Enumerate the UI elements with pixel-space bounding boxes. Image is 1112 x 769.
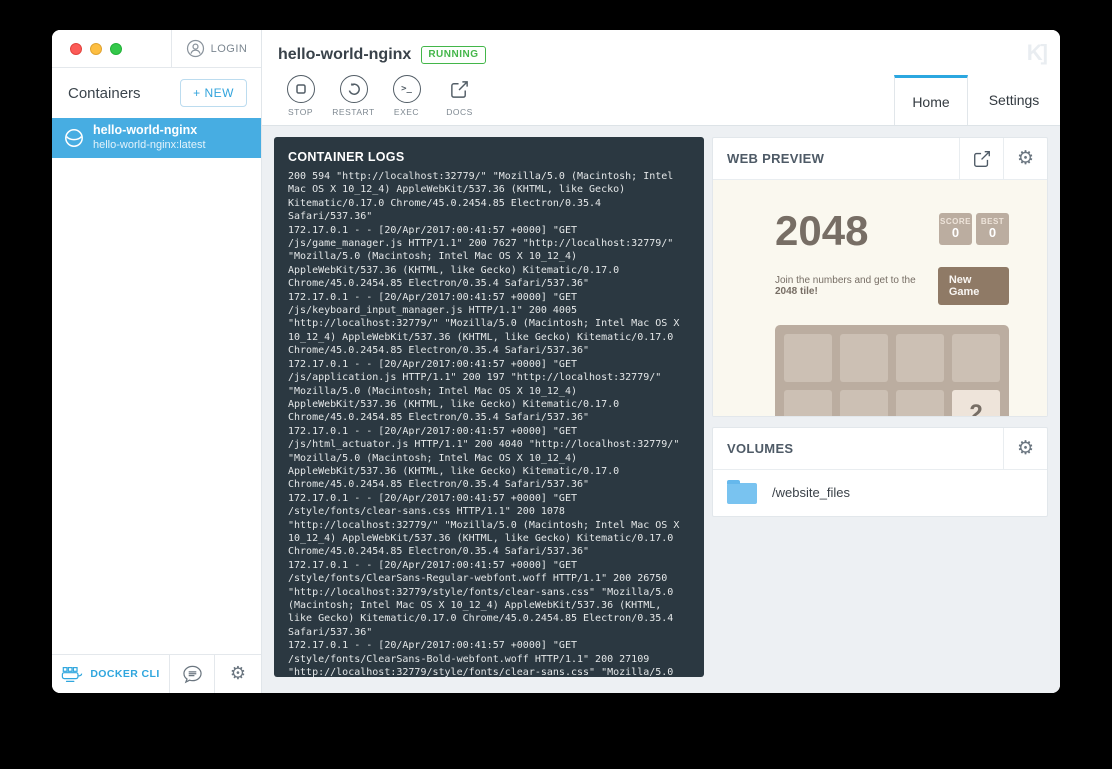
feedback-button[interactable] bbox=[170, 655, 215, 693]
external-link-icon bbox=[449, 75, 470, 103]
game-subtitle: Join the numbers and get to the 2048 til… bbox=[775, 275, 938, 297]
restart-button[interactable]: RESTART bbox=[327, 72, 380, 117]
web-preview-panel: WEB PREVIEW ⚙ bbox=[712, 137, 1048, 417]
volumes-header: VOLUMES ⚙ bbox=[713, 428, 1047, 470]
container-logs-panel: CONTAINER LOGS 200 594 "http://localhost… bbox=[274, 137, 704, 677]
preferences-button[interactable]: ⚙ bbox=[215, 655, 261, 693]
main-area: hello-world-nginx RUNNING K] STOP bbox=[262, 30, 1060, 693]
score-box: SCORE 0 bbox=[939, 213, 972, 245]
exec-button[interactable]: >_ EXEC bbox=[380, 72, 433, 117]
docs-button[interactable]: DOCS bbox=[433, 72, 486, 117]
folder-icon bbox=[727, 483, 757, 504]
score-value: 0 bbox=[939, 226, 972, 240]
web-preview-frame[interactable]: 2048 SCORE 0 BEST 0 bbox=[713, 180, 1047, 416]
board-cell bbox=[952, 334, 1000, 382]
login-label: LOGIN bbox=[211, 43, 248, 55]
tab-settings[interactable]: Settings bbox=[968, 75, 1060, 125]
main-header: hello-world-nginx RUNNING K] STOP bbox=[262, 30, 1060, 126]
containers-header: Containers + NEW bbox=[52, 68, 261, 118]
minimize-window-button[interactable] bbox=[90, 43, 102, 55]
tile-2: 2 bbox=[952, 390, 1000, 416]
right-column: WEB PREVIEW ⚙ bbox=[712, 137, 1048, 682]
container-item-text: hello-world-nginx hello-world-nginx:late… bbox=[93, 123, 206, 152]
user-icon bbox=[186, 39, 205, 58]
volumes-settings-button[interactable]: ⚙ bbox=[1003, 428, 1047, 469]
volumes-title: VOLUMES bbox=[713, 441, 1003, 456]
stop-button[interactable]: STOP bbox=[274, 72, 327, 117]
open-in-browser-button[interactable] bbox=[959, 138, 1003, 179]
container-name: hello-world-nginx bbox=[93, 123, 206, 139]
container-logs-title: CONTAINER LOGS bbox=[274, 137, 704, 173]
docker-cli-icon bbox=[61, 666, 83, 683]
board-cell bbox=[840, 390, 888, 416]
docker-cli-label: DOCKER CLI bbox=[90, 668, 159, 680]
content-area: CONTAINER LOGS 200 594 "http://localhost… bbox=[262, 126, 1060, 693]
game-subheader: Join the numbers and get to the 2048 til… bbox=[775, 267, 1009, 305]
board-cell bbox=[784, 390, 832, 416]
tab-home[interactable]: Home bbox=[894, 75, 968, 125]
gear-icon: ⚙ bbox=[1017, 439, 1034, 458]
board-cell bbox=[896, 334, 944, 382]
board-cell bbox=[840, 334, 888, 382]
sidebar: LOGIN Containers + NEW hello-world-nginx… bbox=[52, 30, 262, 693]
sidebar-empty-space bbox=[52, 158, 261, 654]
volume-path: /website_files bbox=[772, 485, 850, 500]
close-window-button[interactable] bbox=[70, 43, 82, 55]
sidebar-titlebar: LOGIN bbox=[52, 30, 261, 68]
container-icon bbox=[64, 128, 84, 148]
best-box: BEST 0 bbox=[976, 213, 1009, 245]
web-preview-header: WEB PREVIEW ⚙ bbox=[713, 138, 1047, 180]
container-image: hello-world-nginx:latest bbox=[93, 139, 206, 153]
best-value: 0 bbox=[976, 226, 1009, 240]
web-preview-title: WEB PREVIEW bbox=[713, 151, 959, 166]
sidebar-item-hello-world-nginx[interactable]: hello-world-nginx hello-world-nginx:late… bbox=[52, 118, 261, 158]
container-title-row: hello-world-nginx RUNNING bbox=[262, 30, 1060, 68]
docker-cli-button[interactable]: DOCKER CLI bbox=[52, 655, 170, 693]
kitematic-logo: K] bbox=[1027, 40, 1046, 66]
sidebar-footer: DOCKER CLI ⚙ bbox=[52, 654, 261, 693]
zoom-window-button[interactable] bbox=[110, 43, 122, 55]
kitematic-window: LOGIN Containers + NEW hello-world-nginx… bbox=[52, 30, 1060, 693]
external-link-icon bbox=[972, 149, 992, 169]
game-title: 2048 bbox=[775, 210, 868, 252]
log-output[interactable]: 200 594 "http://localhost:32779/" "Mozil… bbox=[274, 170, 704, 677]
page-title: hello-world-nginx bbox=[278, 46, 411, 64]
login-button[interactable]: LOGIN bbox=[171, 30, 261, 67]
web-preview-settings-button[interactable]: ⚙ bbox=[1003, 138, 1047, 179]
score-boxes: SCORE 0 BEST 0 bbox=[939, 213, 1009, 245]
restart-icon bbox=[340, 75, 368, 103]
chat-bubble-icon bbox=[182, 665, 203, 684]
window-controls bbox=[52, 30, 171, 67]
game-board: 2 bbox=[775, 325, 1009, 416]
new-container-button[interactable]: + NEW bbox=[180, 79, 247, 107]
tab-bar: Home Settings bbox=[894, 75, 1060, 125]
board-cell bbox=[896, 390, 944, 416]
board-cell bbox=[784, 334, 832, 382]
game-header: 2048 SCORE 0 BEST 0 bbox=[775, 210, 1009, 252]
gear-icon: ⚙ bbox=[230, 665, 246, 683]
exec-terminal-icon: >_ bbox=[393, 75, 421, 103]
new-game-button[interactable]: New Game bbox=[938, 267, 1009, 305]
volumes-panel: VOLUMES ⚙ /website_files bbox=[712, 427, 1048, 517]
volume-row[interactable]: /website_files bbox=[713, 470, 1047, 516]
gear-icon: ⚙ bbox=[1017, 149, 1034, 168]
containers-title: Containers bbox=[68, 85, 141, 102]
status-badge: RUNNING bbox=[421, 46, 485, 64]
stop-icon bbox=[287, 75, 315, 103]
